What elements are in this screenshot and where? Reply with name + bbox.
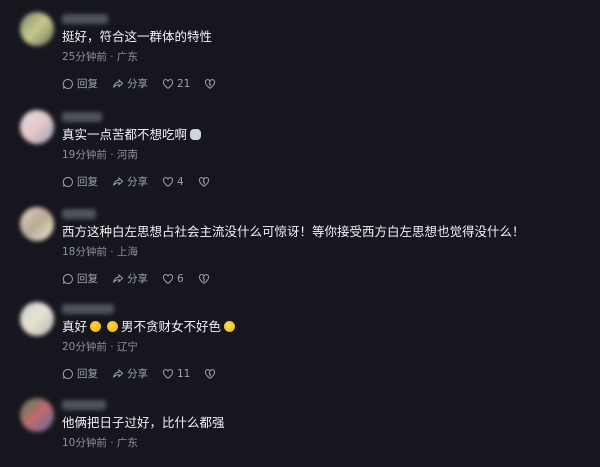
comment-location: 广东 [116,51,138,63]
pray-emoji-icon [90,321,102,332]
broken-heart-icon [205,368,216,379]
comment-text: 挺好，符合这一群体的特性 [62,29,213,44]
comment-text-part2: 男不贪财女不好色 [121,319,222,334]
meta-separator: · [110,437,114,449]
comment-actions: 回复 分享 11 [62,366,233,381]
comment-meta: 25分钟前 · 广东 [62,49,138,64]
share-label: 分享 [127,273,148,285]
avatar[interactable] [20,110,54,144]
username-blurred[interactable] [62,400,106,410]
reply-icon [62,368,73,379]
avatar[interactable] [20,398,54,432]
comment-location: 上海 [116,246,138,258]
comment-time: 18分钟前 [62,246,107,258]
comment-time: 10分钟前 [62,437,107,449]
comment-text: 他俩把日子过好，比什么都强 [62,415,225,430]
heart-icon [162,176,174,187]
like-button[interactable]: 21 [162,78,190,90]
reply-button[interactable]: 回复 [62,271,98,286]
reply-label: 回复 [77,176,98,188]
dislike-button[interactable] [198,176,213,188]
comment-time: 19分钟前 [62,149,107,161]
dislike-button[interactable] [204,78,219,90]
reply-button[interactable]: 回复 [62,366,98,381]
reply-label: 回复 [77,273,98,285]
share-button[interactable]: 分享 [112,174,148,189]
comment-text: 真实一点苦都不想吃啊 [62,126,204,144]
comment-actions: 回复 分享 4 [62,174,227,189]
share-button[interactable]: 分享 [112,271,148,286]
reply-label: 回复 [77,78,98,90]
comment-location: 辽宁 [116,341,138,353]
username-blurred[interactable] [62,112,102,122]
meta-separator: · [110,51,114,63]
comment-meta: 18分钟前 · 上海 [62,244,138,259]
like-count: 4 [177,175,184,188]
like-button[interactable]: 6 [162,273,184,285]
broken-heart-icon [198,273,209,284]
comment-meta: 10分钟前 · 广东 [62,435,138,450]
avatar[interactable] [20,207,54,241]
reply-icon [62,273,73,284]
like-button[interactable]: 11 [162,368,190,380]
dislike-button[interactable] [204,368,219,380]
share-icon [113,78,124,88]
heart-icon [162,368,174,379]
like-count: 6 [177,272,184,285]
broken-heart-icon [198,176,209,187]
comment-meta: 20分钟前 · 辽宁 [62,339,138,354]
avatar[interactable] [20,12,54,46]
broken-heart-icon [205,78,216,89]
meta-separator: · [110,149,114,161]
share-button[interactable]: 分享 [112,76,148,91]
avatar[interactable] [20,302,54,336]
share-label: 分享 [127,176,148,188]
share-label: 分享 [127,368,148,380]
comment-actions: 回复 分享 6 [62,271,227,286]
share-icon [113,368,124,378]
comment-text: 真好 男不贪财女不好色 [62,318,238,336]
username-blurred[interactable] [62,304,114,314]
pray-emoji-icon [107,321,119,332]
comment-location: 河南 [116,149,138,161]
comment-time: 25分钟前 [62,51,107,63]
face-emoji-icon [224,321,236,332]
meta-separator: · [110,341,114,353]
comment-meta: 19分钟前 · 河南 [62,147,138,162]
share-button[interactable]: 分享 [112,366,148,381]
comment-text-content: 真实一点苦都不想吃啊 [62,127,188,142]
reply-icon [62,78,73,89]
reply-icon [62,176,73,187]
username-blurred[interactable] [62,209,96,219]
comment-time: 20分钟前 [62,341,107,353]
comment-text: 西方这种白左思想占社会主流没什么可惊讶！等你接受西方白左思想也觉得没什么！ [62,224,525,239]
share-icon [113,273,124,283]
reply-button[interactable]: 回复 [62,76,98,91]
meta-separator: · [110,246,114,258]
username-blurred[interactable] [62,14,108,24]
share-label: 分享 [127,78,148,90]
heart-icon [162,78,174,89]
share-icon [113,176,124,186]
comment-location: 广东 [116,437,138,449]
reply-label: 回复 [77,368,98,380]
reply-button[interactable]: 回复 [62,174,98,189]
like-button[interactable]: 4 [162,176,184,188]
comment-text-part1: 真好 [62,319,88,334]
dislike-button[interactable] [198,273,213,285]
like-count: 21 [177,77,191,90]
cat-emoji-icon [190,129,202,140]
like-count: 11 [177,367,191,380]
heart-icon [162,273,174,284]
comment-actions: 回复 分享 21 [62,76,233,91]
